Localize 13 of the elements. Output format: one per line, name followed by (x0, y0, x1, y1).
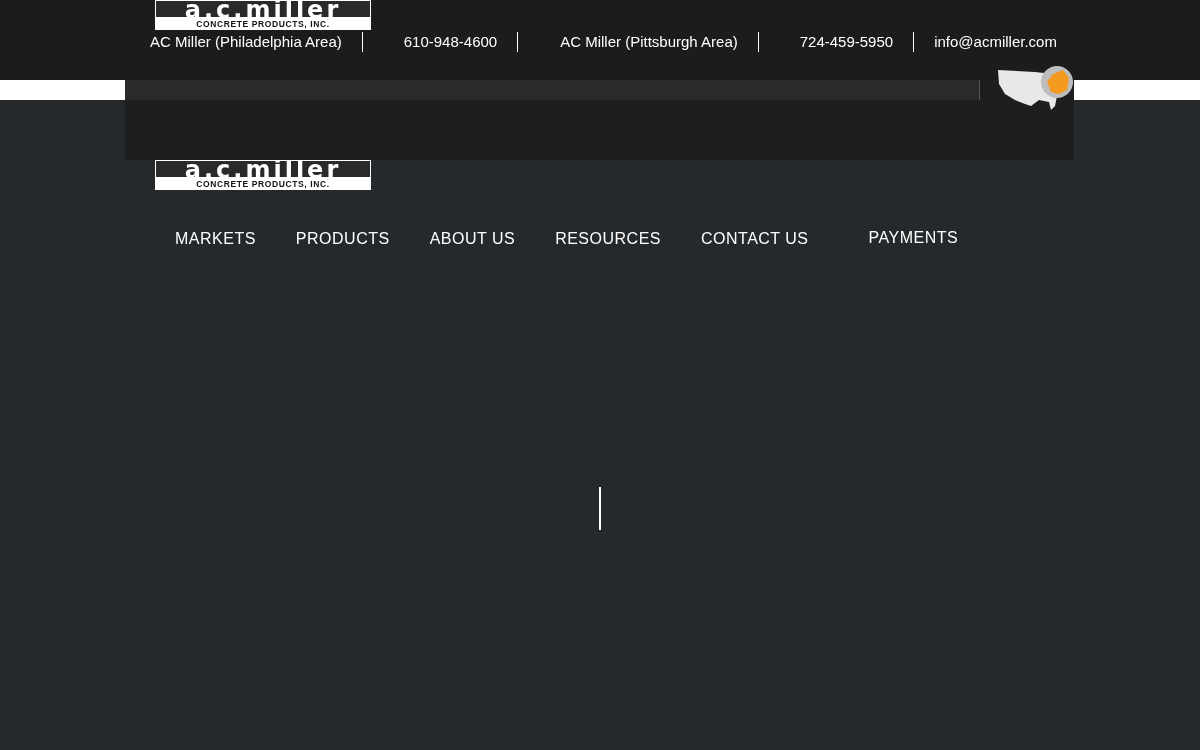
logo-tagline: CONCRETE PRODUCTS, INC. (155, 178, 371, 190)
contact-link[interactable]: info@acmiller.com (934, 33, 1057, 51)
nav-link[interactable]: CONTACT US (701, 230, 809, 248)
nav-link[interactable]: PAYMENTS (868, 229, 959, 247)
nav-link[interactable]: ABOUT US (429, 230, 516, 248)
location-link[interactable]: AC Miller (Pittsburgh Area) (560, 33, 738, 51)
contact-link[interactable]: 724-459-5950 (799, 33, 894, 51)
contact-link[interactable]: 610-948-4600 (403, 33, 498, 51)
nav-link[interactable]: RESOURCES (555, 230, 661, 248)
location-link[interactable]: AC Miller (Philadelphia Area) (150, 33, 342, 51)
nav-link[interactable]: MARKETS (175, 230, 256, 248)
nav-link[interactable]: PRODUCTS (295, 230, 390, 248)
logo-tagline: CONCRETE PRODUCTS, INC. (155, 18, 371, 30)
